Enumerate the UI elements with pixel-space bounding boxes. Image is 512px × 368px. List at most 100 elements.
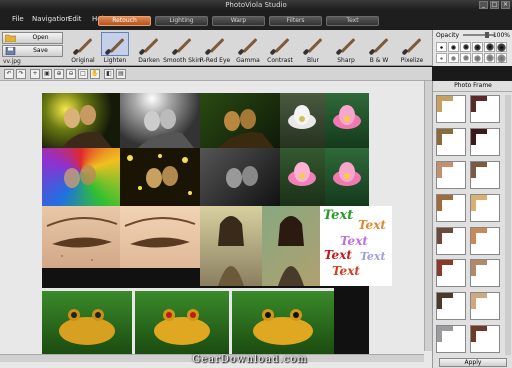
folder-icon [5, 34, 16, 42]
photo-frame-title: Photo Frame [433, 82, 512, 92]
slider-thumb[interactable] [485, 32, 489, 38]
brush-size-option[interactable] [460, 42, 471, 52]
save-label: Save [33, 47, 48, 54]
frame-option[interactable] [436, 259, 466, 288]
text-sample-purple: Text [340, 234, 368, 248]
current-filename: vv.jpg [3, 58, 21, 65]
frame-option[interactable] [436, 226, 466, 255]
frame-option[interactable] [470, 259, 500, 288]
frog-photo-original [42, 291, 132, 356]
brush-size-option[interactable] [496, 42, 507, 52]
lotus-flower [288, 162, 316, 186]
frame-option[interactable] [436, 127, 466, 156]
photo-canvas[interactable]: Text Text Text Text Text Text [0, 81, 432, 368]
frame-option[interactable] [436, 193, 466, 222]
sparkle-overlay [127, 154, 192, 195]
close-icon[interactable]: × [501, 1, 510, 9]
woman-silhouette [278, 216, 304, 286]
brush-size-option[interactable] [484, 42, 495, 52]
text-effects-sample: Text Text Text Text Text Text [320, 206, 392, 286]
tab-warp[interactable]: Warp [212, 16, 265, 26]
frame-option[interactable] [436, 160, 466, 189]
apply-button[interactable]: Apply [439, 358, 507, 367]
vertical-scrollbar[interactable] [424, 81, 432, 351]
brush-icon [101, 32, 129, 56]
hand-icon[interactable]: ✋ [90, 69, 100, 79]
tab-filters[interactable]: Filters [269, 16, 322, 26]
frame-option[interactable] [436, 292, 466, 321]
undo-icon[interactable]: ↶ [4, 69, 14, 79]
frame-option[interactable] [470, 193, 500, 222]
actual-size-icon[interactable]: □ [78, 69, 88, 79]
menu-edit[interactable]: Edit [68, 15, 82, 23]
frame-option[interactable] [470, 325, 500, 354]
brush-size-option[interactable] [472, 42, 483, 52]
tab-text[interactable]: Text [326, 16, 379, 26]
layers-icon[interactable]: ▤ [116, 69, 126, 79]
compare-icon[interactable]: ◧ [104, 69, 114, 79]
lotus-photo-color [325, 93, 369, 148]
frame-option[interactable] [470, 95, 500, 123]
save-button[interactable]: Save [2, 45, 63, 57]
text-sample-orange: Text [358, 218, 386, 232]
couple-silhouette [138, 109, 194, 148]
title-bar: PhotoViola Studio _ □ × [0, 0, 512, 10]
frame-option[interactable] [470, 226, 500, 255]
eye-photo-after [120, 206, 200, 268]
brush-size-option[interactable] [460, 53, 471, 63]
opacity-slider[interactable] [463, 32, 495, 38]
zoom-out-icon[interactable]: ⊖ [66, 69, 76, 79]
brush-size-option[interactable] [496, 53, 507, 63]
frog [59, 309, 115, 345]
crosshair-icon[interactable]: + [30, 69, 40, 79]
tool-label: Pixelize [400, 57, 424, 64]
frog [154, 309, 210, 345]
lotus-photo-pink [280, 148, 325, 206]
fit-icon[interactable]: ▣ [42, 69, 52, 79]
frame-option[interactable] [470, 160, 500, 189]
menu-file[interactable]: File [12, 15, 24, 23]
brush-icon [135, 32, 163, 56]
redo-icon[interactable]: ↷ [16, 69, 26, 79]
frame-list-scrollbar[interactable] [505, 95, 511, 355]
opacity-panel: Opacity 100% [432, 30, 512, 66]
open-button[interactable]: Open [2, 32, 63, 44]
text-sample-green: Text [323, 208, 354, 223]
eye-closeup [46, 216, 118, 261]
brush-size-option[interactable] [436, 42, 447, 52]
frame-option[interactable] [470, 127, 500, 156]
frog-photo-redeye [135, 291, 229, 356]
tool-pixelize[interactable]: Pixelize [394, 32, 430, 64]
frame-option[interactable] [470, 292, 500, 321]
maximize-icon[interactable]: □ [490, 1, 499, 9]
woman-portrait-sepia [200, 206, 262, 286]
couple-silhouette [64, 165, 96, 188]
frog [253, 309, 313, 345]
brush-size-option[interactable] [436, 53, 447, 63]
brush-size-option[interactable] [484, 53, 495, 63]
brush-size-option[interactable] [472, 53, 483, 63]
frame-option[interactable] [436, 325, 466, 354]
brush-size-option[interactable] [448, 53, 459, 63]
brush-size-option[interactable] [448, 42, 459, 52]
couple-photo-rainbow [42, 148, 120, 206]
menu-navigation[interactable]: Navigation [32, 15, 70, 23]
eye-photo-before [42, 206, 120, 268]
opacity-label: Opacity [436, 32, 460, 39]
couple-silhouette [226, 166, 258, 188]
brush-icon [234, 32, 262, 56]
secondary-toolbar: ↶ ↷ + ▣ ⊕ ⊖ □ ✋ ◧ ▤ [0, 67, 432, 81]
window-title: PhotoViola Studio [225, 1, 287, 9]
brush-icon [266, 32, 294, 56]
brush-icon [69, 32, 97, 56]
couple-silhouette [218, 109, 274, 148]
frame-option[interactable] [436, 95, 466, 123]
lotus-photo-bright [325, 148, 369, 206]
minimize-icon[interactable]: _ [479, 1, 488, 9]
tab-lighting[interactable]: Lighting [155, 16, 208, 26]
brush-icon [299, 32, 327, 56]
tab-retouch[interactable]: Retouch [98, 16, 151, 26]
open-label: Open [32, 34, 49, 41]
zoom-in-icon[interactable]: ⊕ [54, 69, 64, 79]
couple-photo-warm [42, 93, 120, 148]
